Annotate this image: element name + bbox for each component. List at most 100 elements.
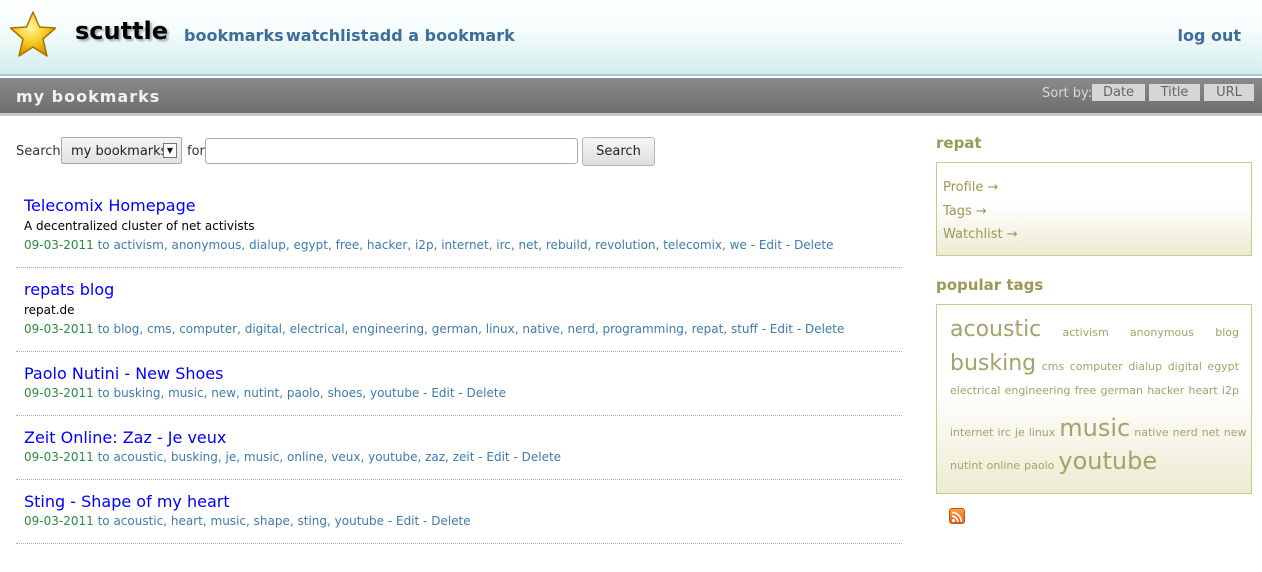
bookmark-tag-link[interactable]: irc bbox=[496, 238, 511, 252]
bookmark-tag-link[interactable]: nutint bbox=[244, 386, 280, 400]
bookmark-tag-link[interactable]: activism bbox=[113, 238, 163, 252]
bookmark-tag-link[interactable]: free bbox=[336, 238, 360, 252]
bookmark-tag-link[interactable]: shoes bbox=[328, 386, 363, 400]
bookmark-tag-link[interactable]: stuff bbox=[731, 322, 758, 336]
bookmark-title-link[interactable]: Zeit Online: Zaz - Je veux bbox=[24, 428, 902, 448]
tag-cloud-link[interactable]: activism bbox=[1063, 326, 1109, 339]
bookmark-edit-link[interactable]: Edit bbox=[431, 386, 454, 400]
bookmark-tag-link[interactable]: zeit bbox=[453, 450, 475, 464]
star-logo-icon[interactable] bbox=[8, 10, 58, 60]
bookmark-tag-link[interactable]: heart bbox=[171, 514, 203, 528]
bookmark-title-link[interactable]: Paolo Nutini - New Shoes bbox=[24, 364, 902, 384]
tag-cloud-link[interactable]: net bbox=[1202, 426, 1220, 439]
bookmark-tag-link[interactable]: telecomix bbox=[663, 238, 722, 252]
bookmark-tag-link[interactable]: online bbox=[287, 450, 324, 464]
tag-cloud-link[interactable]: computer bbox=[1070, 360, 1123, 373]
bookmark-tag-link[interactable]: shape bbox=[254, 514, 290, 528]
bookmark-title-link[interactable]: repats blog bbox=[24, 280, 902, 300]
watchlist-link[interactable]: Watchlist → bbox=[943, 223, 1245, 247]
bookmark-tag-link[interactable]: paolo bbox=[287, 386, 320, 400]
bookmark-edit-link[interactable]: Edit bbox=[396, 514, 419, 528]
tags-link[interactable]: Tags → bbox=[943, 200, 1245, 224]
bookmark-edit-link[interactable]: Edit bbox=[486, 450, 509, 464]
bookmark-tag-link[interactable]: engineering bbox=[352, 322, 424, 336]
bookmark-tag-link[interactable]: je bbox=[226, 450, 237, 464]
bookmark-tag-link[interactable]: net bbox=[519, 238, 539, 252]
rss-feed-icon[interactable] bbox=[949, 508, 965, 524]
tag-cloud-link[interactable]: internet bbox=[950, 426, 994, 439]
tag-cloud-link[interactable]: linux bbox=[1029, 426, 1056, 439]
tag-cloud-link[interactable]: new bbox=[1224, 426, 1247, 439]
bookmark-tag-link[interactable]: computer bbox=[179, 322, 237, 336]
tag-cloud-link[interactable]: anonymous bbox=[1130, 326, 1194, 339]
bookmark-tag-link[interactable]: repat bbox=[692, 322, 724, 336]
tag-cloud-link[interactable]: youtube bbox=[1058, 447, 1157, 475]
nav-add-bookmark-link[interactable]: add a bookmark bbox=[369, 26, 515, 45]
site-name[interactable]: scuttle bbox=[75, 17, 168, 45]
bookmark-delete-link[interactable]: Delete bbox=[467, 386, 506, 400]
sort-url-button[interactable]: URL bbox=[1204, 84, 1254, 101]
tag-cloud-link[interactable]: nerd bbox=[1173, 426, 1198, 439]
bookmark-tag-link[interactable]: programming bbox=[602, 322, 683, 336]
bookmark-tag-link[interactable]: hacker bbox=[367, 238, 407, 252]
tag-cloud-link[interactable]: acoustic bbox=[950, 317, 1041, 342]
bookmark-tag-link[interactable]: busking bbox=[171, 450, 218, 464]
bookmark-tag-link[interactable]: youtube bbox=[370, 386, 419, 400]
tag-cloud-link[interactable]: hacker bbox=[1147, 384, 1184, 397]
bookmark-tag-link[interactable]: sting bbox=[298, 514, 328, 528]
bookmark-tag-link[interactable]: nerd bbox=[567, 322, 594, 336]
tag-cloud-link[interactable]: paolo bbox=[1024, 459, 1054, 472]
tag-cloud-link[interactable]: engineering bbox=[1005, 384, 1071, 397]
bookmark-tag-link[interactable]: acoustic bbox=[113, 514, 163, 528]
tag-cloud-link[interactable]: egypt bbox=[1207, 360, 1239, 373]
search-scope-select[interactable]: my bookmarks ▼ bbox=[61, 137, 182, 164]
tag-cloud-link[interactable]: cms bbox=[1042, 360, 1065, 373]
bookmark-tag-link[interactable]: zaz bbox=[425, 450, 445, 464]
bookmark-tag-link[interactable]: music bbox=[168, 386, 203, 400]
nav-watchlist-link[interactable]: watchlist bbox=[286, 26, 368, 45]
bookmark-delete-link[interactable]: Delete bbox=[805, 322, 844, 336]
profile-link[interactable]: Profile → bbox=[943, 176, 1245, 200]
logout-link[interactable]: log out bbox=[1177, 26, 1241, 45]
bookmark-tag-link[interactable]: blog bbox=[113, 322, 139, 336]
tag-cloud-link[interactable]: heart bbox=[1188, 384, 1217, 397]
bookmark-tag-link[interactable]: busking bbox=[113, 386, 160, 400]
tag-cloud-link[interactable]: irc bbox=[998, 426, 1011, 439]
tag-cloud-link[interactable]: busking bbox=[950, 351, 1036, 376]
bookmark-tag-link[interactable]: i2p bbox=[415, 238, 434, 252]
tag-cloud-link[interactable]: german bbox=[1100, 384, 1143, 397]
bookmark-tag-link[interactable]: digital bbox=[245, 322, 282, 336]
bookmark-title-link[interactable]: Telecomix Homepage bbox=[24, 196, 902, 216]
bookmark-delete-link[interactable]: Delete bbox=[431, 514, 470, 528]
bookmark-tag-link[interactable]: new bbox=[211, 386, 236, 400]
bookmark-tag-link[interactable]: we bbox=[730, 238, 747, 252]
bookmark-title-link[interactable]: Sting - Shape of my heart bbox=[24, 492, 902, 512]
tag-cloud-link[interactable]: je bbox=[1015, 426, 1025, 439]
bookmark-tag-link[interactable]: native bbox=[522, 322, 559, 336]
bookmark-edit-link[interactable]: Edit bbox=[759, 238, 782, 252]
bookmark-tag-link[interactable]: electrical bbox=[290, 322, 345, 336]
bookmark-tag-link[interactable]: internet bbox=[441, 238, 488, 252]
bookmark-tag-link[interactable]: german bbox=[432, 322, 478, 336]
bookmark-delete-link[interactable]: Delete bbox=[522, 450, 561, 464]
bookmark-delete-link[interactable]: Delete bbox=[794, 238, 833, 252]
bookmark-tag-link[interactable]: youtube bbox=[368, 450, 417, 464]
bookmark-edit-link[interactable]: Edit bbox=[770, 322, 793, 336]
bookmark-tag-link[interactable]: dialup bbox=[249, 238, 286, 252]
bookmark-tag-link[interactable]: veux bbox=[331, 450, 360, 464]
bookmark-tag-link[interactable]: anonymous bbox=[171, 238, 241, 252]
tag-cloud-link[interactable]: nutint bbox=[950, 459, 983, 472]
tag-cloud-link[interactable]: digital bbox=[1168, 360, 1202, 373]
tag-cloud-link[interactable]: native bbox=[1134, 426, 1168, 439]
bookmark-tag-link[interactable]: linux bbox=[486, 322, 515, 336]
bookmark-tag-link[interactable]: cms bbox=[147, 322, 172, 336]
bookmark-tag-link[interactable]: youtube bbox=[335, 514, 384, 528]
tag-cloud-link[interactable]: free bbox=[1075, 384, 1097, 397]
bookmark-tag-link[interactable]: rebuild bbox=[546, 238, 588, 252]
sort-title-button[interactable]: Title bbox=[1149, 84, 1200, 101]
tag-cloud-link[interactable]: electrical bbox=[950, 384, 1000, 397]
tag-cloud-link[interactable]: online bbox=[987, 459, 1021, 472]
bookmark-tag-link[interactable]: acoustic bbox=[113, 450, 163, 464]
tag-cloud-link[interactable]: blog bbox=[1215, 326, 1239, 339]
bookmark-tag-link[interactable]: egypt bbox=[294, 238, 328, 252]
